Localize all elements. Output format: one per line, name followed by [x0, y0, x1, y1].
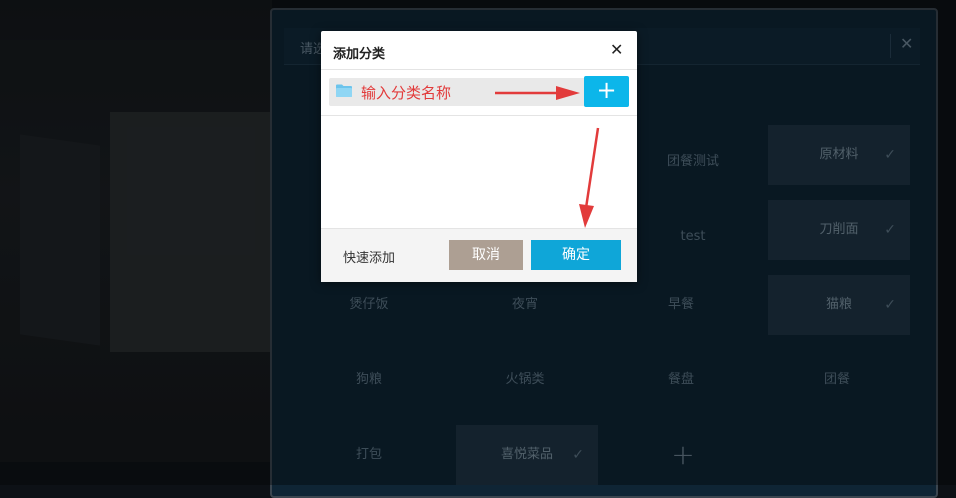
divider — [321, 69, 637, 70]
close-icon[interactable]: ✕ — [610, 40, 623, 59]
add-category-dialog: 添加分类 ✕ + 快速添加 取消 确定 — [321, 31, 637, 282]
category-name-input[interactable] — [359, 80, 583, 106]
dialog-title: 添加分类 — [333, 47, 386, 62]
cancel-button[interactable]: 取消 — [449, 240, 523, 270]
folder-icon — [336, 84, 352, 97]
dialog-footer: 快速添加 取消 确定 — [321, 228, 637, 282]
quick-add-link[interactable]: 快速添加 — [343, 247, 395, 266]
add-button[interactable]: + — [584, 76, 629, 107]
category-name-row — [329, 78, 586, 106]
plus-icon: + — [596, 76, 617, 104]
confirm-button[interactable]: 确定 — [531, 240, 621, 270]
new-category-list — [321, 116, 637, 228]
